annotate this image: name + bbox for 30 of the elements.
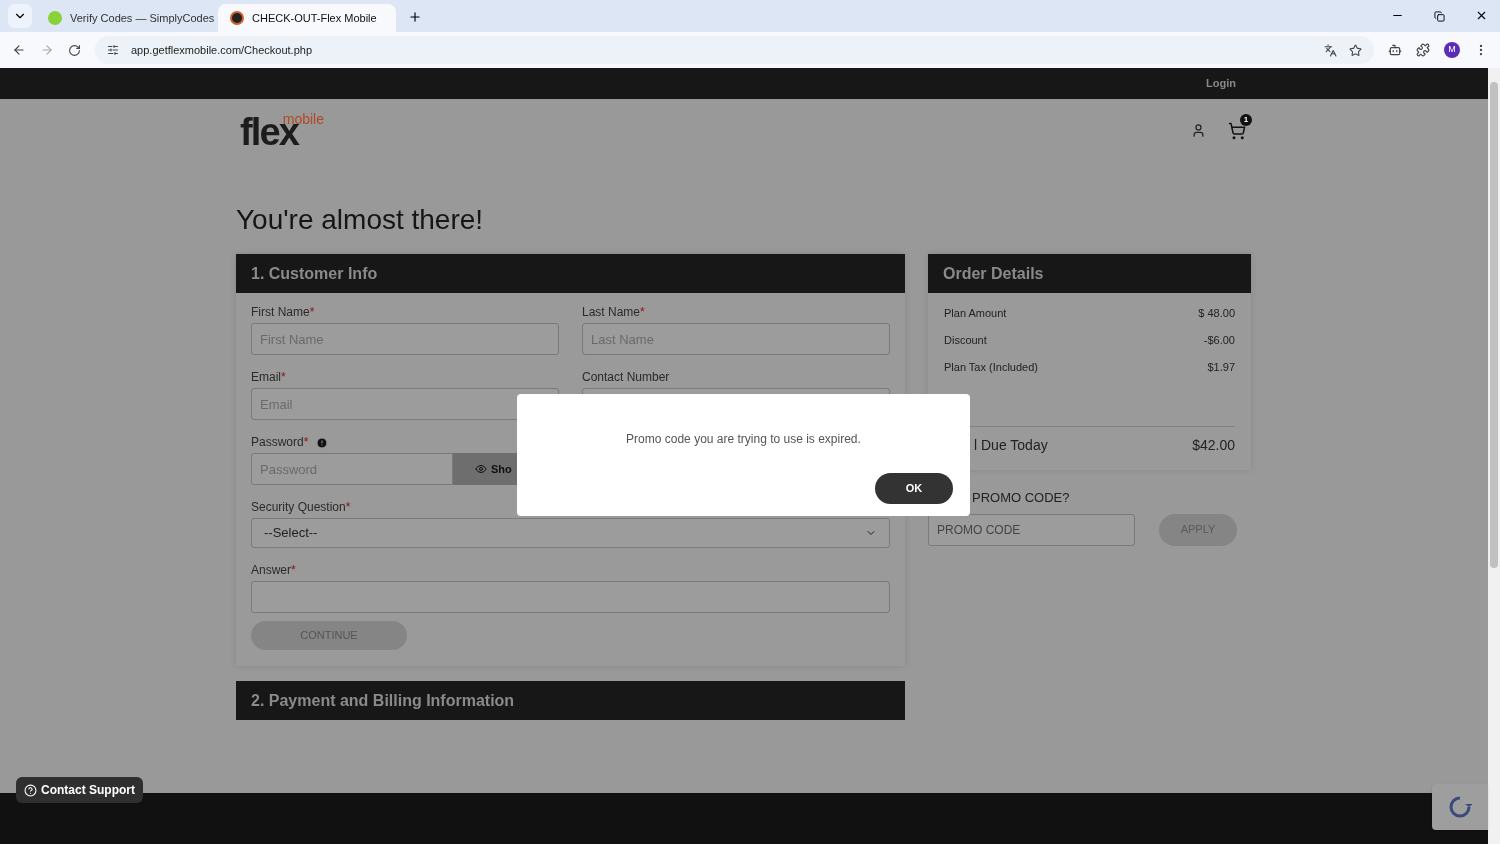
field-label: Last Name* — [582, 305, 645, 320]
order-value: $1.97 — [1207, 360, 1235, 374]
login-link[interactable]: Login — [1206, 75, 1236, 92]
promo-label: PROMO CODE? — [972, 489, 1070, 507]
url-field[interactable]: app.getflexmobile.com/Checkout.php — [131, 41, 312, 59]
field-label: Email* — [251, 370, 286, 385]
order-label: Discount — [944, 333, 987, 347]
order-label: Plan Tax (Included) — [944, 360, 1038, 374]
field-label: First Name* — [251, 305, 315, 320]
field-label: Answer* — [251, 563, 296, 578]
section-title: 1. Customer Info — [251, 263, 378, 284]
order-value: $ 48.00 — [1198, 306, 1235, 320]
page-heading: You're almost there! — [236, 203, 485, 237]
total-label: l Due Today — [974, 436, 1048, 455]
browser-tab[interactable]: CHECK-OUT-Flex Mobile — [218, 4, 396, 32]
field-label: Password* — [251, 435, 309, 450]
profile-avatar[interactable]: M — [1444, 42, 1460, 58]
total-value: $42.00 — [1192, 436, 1235, 455]
ok-button[interactable]: OK — [875, 473, 953, 504]
dialog-message: Promo code you are trying to use is expired. — [626, 431, 861, 448]
select-field[interactable]: --Select-- — [251, 518, 890, 548]
contact-support-button[interactable]: Contact Support — [16, 777, 143, 803]
cart-count-badge: 1 — [1240, 113, 1252, 126]
order-label: Plan Amount — [944, 306, 1007, 320]
field-label: Contact Number — [582, 370, 670, 385]
field-label: Security Question* — [251, 500, 351, 515]
order-value: -$6.00 — [1203, 333, 1235, 347]
flex-logo: flexmobile — [240, 110, 324, 151]
section-title: Order Details — [943, 263, 1044, 284]
section-title: 2. Payment and Billing Information — [251, 690, 515, 711]
